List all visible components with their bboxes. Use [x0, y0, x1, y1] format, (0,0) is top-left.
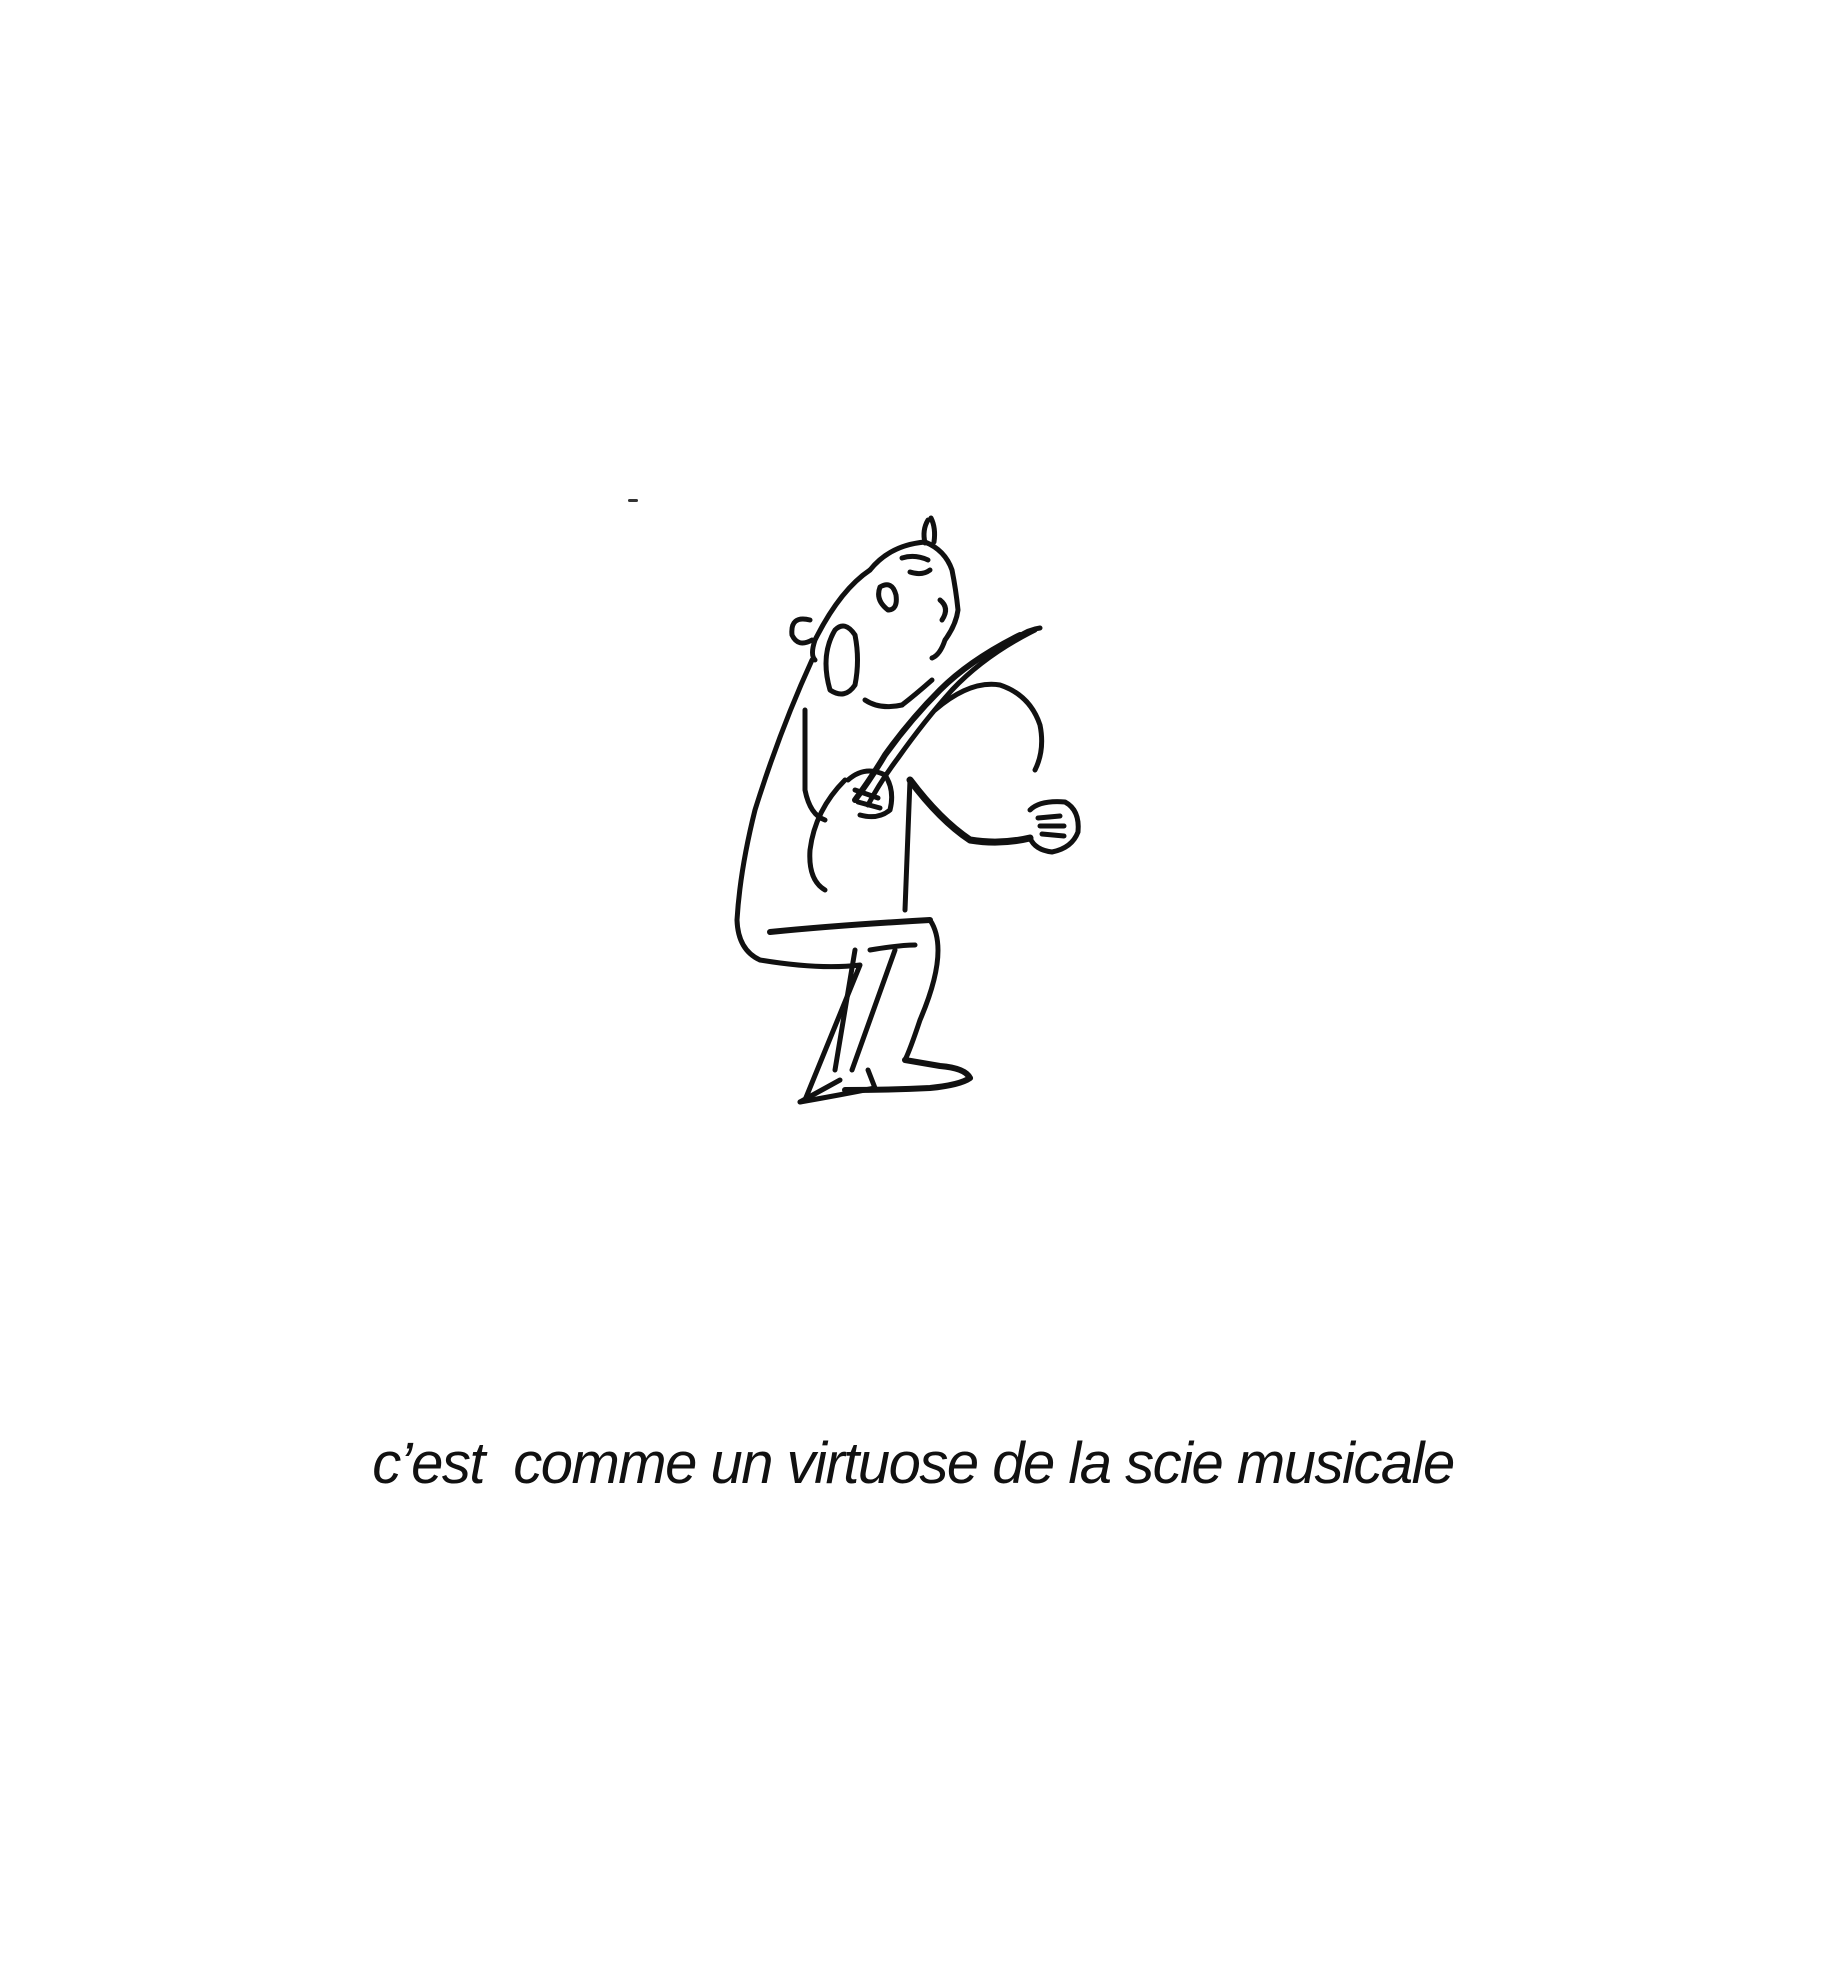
forearm [906, 776, 1034, 846]
front-leg [902, 917, 941, 1063]
closed-eye [907, 567, 933, 577]
arm-line [802, 707, 828, 823]
head-outline [867, 539, 961, 661]
saw-player-illustration [734, 515, 1081, 1105]
eyebrow [899, 553, 931, 563]
ear [789, 616, 815, 646]
ink-speck [628, 499, 638, 502]
collar [862, 697, 905, 710]
open-mouth [823, 623, 860, 697]
nose [876, 582, 899, 613]
cheek [937, 597, 948, 623]
finger [1035, 813, 1063, 821]
seat-line [767, 917, 933, 935]
waist-line [902, 777, 913, 913]
bow-arm [932, 681, 1045, 773]
saw-blade-edge [865, 627, 1038, 808]
foot [842, 1057, 973, 1093]
finger [855, 799, 883, 811]
inner-leg [867, 942, 918, 953]
back-leg [757, 957, 863, 1103]
finger [1039, 831, 1067, 839]
caption-text: c’est comme un virtuose de la scie music… [372, 1431, 1455, 1496]
body-front [807, 777, 848, 893]
back-outline [734, 657, 815, 963]
face-contour [810, 567, 873, 663]
hair-strand [928, 515, 938, 545]
